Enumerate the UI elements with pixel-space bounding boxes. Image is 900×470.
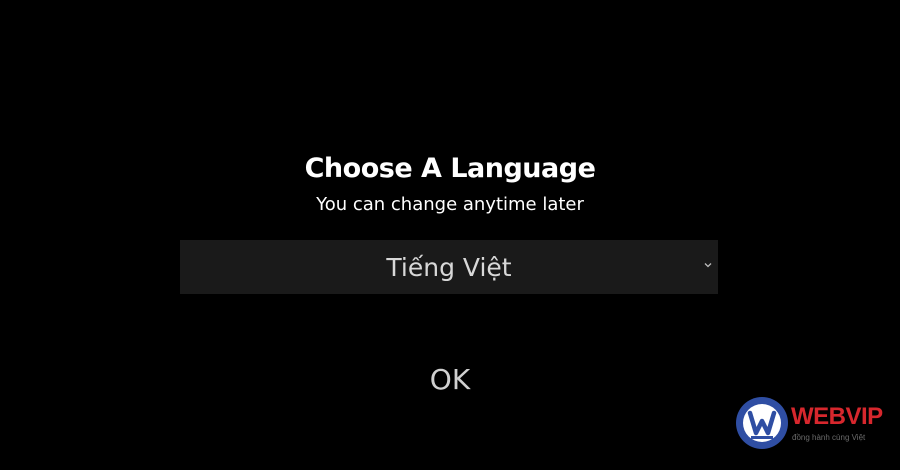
webvip-logo-icon: [736, 397, 788, 449]
webvip-watermark: WEBVIP đồng hành cùng Việt: [736, 396, 896, 452]
ok-button[interactable]: OK: [400, 358, 500, 402]
watermark-brand: WEBVIP: [791, 403, 883, 430]
watermark-tagline: đồng hành cùng Việt: [792, 433, 866, 442]
language-select-value: Tiếng Việt: [386, 253, 512, 282]
dialog-subtitle: You can change anytime later: [316, 194, 584, 215]
dialog-title: Choose A Language: [304, 153, 596, 184]
language-picker-screen: Choose A Language You can change anytime…: [0, 0, 900, 470]
language-select[interactable]: Tiếng Việt: [180, 240, 718, 294]
chevron-down-icon: [704, 263, 712, 268]
